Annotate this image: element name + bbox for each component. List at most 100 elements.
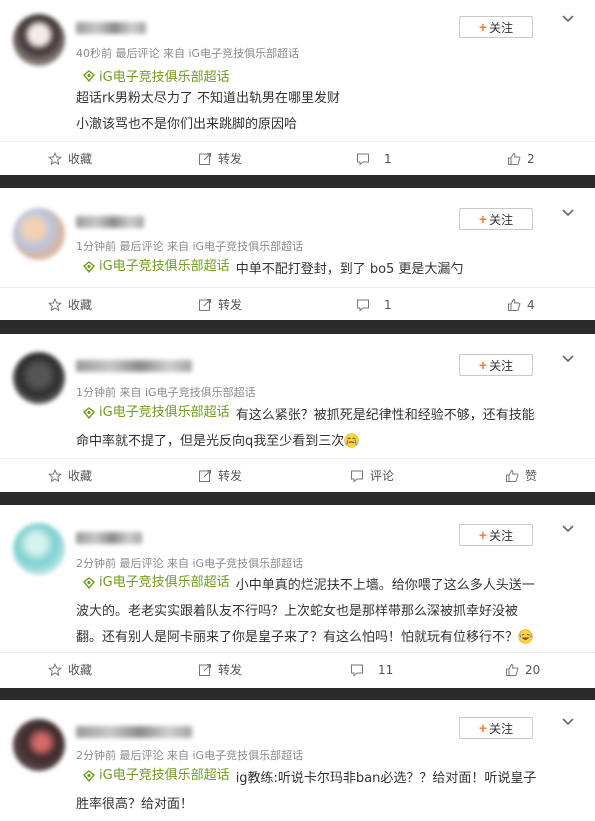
like-button[interactable]: 20 — [505, 653, 540, 686]
post-text: 超话rk男粉太尽力了 不知道出轨男在哪里发财 小澈该骂也不是你们出来跳脚的原因哈 — [76, 86, 576, 138]
thumbs-up-icon — [508, 152, 521, 165]
chevron-down-icon[interactable] — [560, 206, 576, 220]
post-meta: 1分钟前 最后评论 来自 iG电子竞技俱乐部超话 — [76, 240, 304, 253]
chevron-down-icon[interactable] — [560, 715, 576, 729]
post-text-line: 小澈该骂也不是你们出来跳脚的原因哈 — [76, 117, 298, 132]
comment-button[interactable]: 1 — [356, 288, 392, 321]
collect-label: 收藏 — [68, 663, 93, 677]
comment-button[interactable]: 11 — [350, 653, 393, 686]
supertopic-link[interactable]: iG电子竞技俱乐部超话 — [83, 400, 230, 426]
comment-button[interactable]: 评论 — [350, 459, 394, 492]
collect-label: 收藏 — [68, 152, 93, 166]
like-count: 20 — [525, 662, 541, 677]
supertopic-link[interactable]: iG电子竞技俱乐部超话 — [83, 66, 230, 85]
post-text: iG电子竞技俱乐部超话 小中单真的烂泥扶不上墙。给你喂了这么多人头送一 波大的。… — [76, 570, 576, 651]
comment-icon — [357, 299, 369, 312]
plus-icon: + — [478, 527, 488, 543]
supertopic-label: iG电子竞技俱乐部超话 — [99, 575, 230, 590]
username-blurred[interactable] — [76, 360, 192, 372]
avatar[interactable] — [13, 208, 65, 260]
post-text-line: 波大的。老老实实跟着队友不行吗？上次蛇女也是那样带那么深被抓幸好没被 — [76, 604, 519, 619]
like-count: 4 — [527, 297, 535, 312]
star-icon — [48, 297, 62, 311]
collect-button[interactable]: 收藏 — [48, 459, 92, 492]
post-text: iG电子竞技俱乐部超话 中单不配打登封，到了 bo5 更是大漏勺 — [76, 254, 576, 283]
post-text-line: 有这么紧张？被抓死是纪律性和经验不够，还有技能 — [235, 408, 535, 423]
collect-button[interactable]: 收藏 — [48, 142, 92, 175]
action-bar: 收藏 转发 11 20 — [0, 653, 595, 686]
follow-label: 关注 — [489, 20, 514, 35]
repost-label: 转发 — [218, 469, 243, 483]
post-text-line: 中单不配打登封，到了 bo5 更是大漏勺 — [235, 262, 464, 277]
supertopic-icon — [83, 261, 95, 273]
collect-label: 收藏 — [68, 298, 93, 312]
supertopic-icon — [83, 577, 95, 589]
post-meta: 2分钟前 最后评论 来自 iG电子竞技俱乐部超话 — [76, 557, 304, 570]
comment-icon — [351, 470, 363, 483]
follow-button[interactable]: + 关注 — [459, 717, 533, 739]
avatar[interactable] — [13, 14, 65, 66]
repost-icon — [199, 298, 211, 311]
collect-button[interactable]: 收藏 — [48, 288, 92, 321]
action-bar: 收藏 转发 1 4 — [0, 288, 595, 321]
follow-button[interactable]: + 关注 — [459, 16, 533, 38]
repost-icon — [199, 663, 211, 676]
post-text-line: 小中单真的烂泥扶不上墙。给你喂了这么多人头送一 — [235, 578, 535, 593]
repost-button[interactable]: 转发 — [198, 459, 242, 492]
post-text-line: 翻。还有别人是阿卡丽来了你是皇子来了？有这么怕吗！怕就玩有位移行不？ — [76, 630, 519, 645]
like-count: 2 — [527, 151, 535, 166]
post-text-line: 命中率就不提了，但是光反向q我至少看到三次 — [76, 434, 345, 449]
repost-icon — [199, 152, 211, 165]
username-blurred[interactable] — [76, 726, 192, 738]
chevron-down-icon[interactable] — [560, 12, 576, 26]
post-meta: 40秒前 最后评论 来自 iG电子竞技俱乐部超话 — [76, 47, 300, 60]
username-blurred[interactable] — [76, 22, 146, 34]
supertopic-label: iG电子竞技俱乐部超话 — [99, 259, 230, 274]
thumbs-up-icon — [506, 663, 519, 676]
avatar[interactable] — [13, 719, 65, 771]
comment-count: 1 — [384, 151, 392, 166]
supertopic-link[interactable]: iG电子竞技俱乐部超话 — [83, 254, 230, 280]
supertopic-icon — [83, 407, 95, 419]
follow-label: 关注 — [489, 358, 514, 373]
collect-button[interactable]: 收藏 — [48, 653, 92, 686]
like-label: 赞 — [525, 469, 538, 483]
plus-icon: + — [478, 720, 488, 736]
comment-count: 1 — [384, 297, 392, 312]
supertopic-label: iG电子竞技俱乐部超话 — [99, 405, 230, 420]
repost-button[interactable]: 转发 — [198, 653, 242, 686]
post-text-line: ig教练:听说卡尔玛非ban必选？？给对面！听说皇子 — [235, 771, 537, 786]
repost-button[interactable]: 转发 — [198, 142, 242, 175]
username-blurred[interactable] — [76, 216, 144, 228]
follow-label: 关注 — [489, 212, 514, 227]
like-button[interactable]: 2 — [507, 142, 535, 175]
supertopic-icon — [83, 770, 95, 782]
comment-button[interactable]: 1 — [356, 142, 392, 175]
chevron-down-icon[interactable] — [560, 522, 576, 536]
plus-icon: + — [478, 357, 488, 373]
supertopic-link[interactable]: iG电子竞技俱乐部超话 — [83, 570, 230, 596]
avatar[interactable] — [13, 523, 65, 575]
follow-button[interactable]: + 关注 — [459, 524, 533, 546]
avatar[interactable] — [13, 352, 65, 404]
like-button[interactable]: 赞 — [505, 459, 537, 492]
like-button[interactable]: 4 — [507, 288, 535, 321]
action-bar: 收藏 转发 1 2 — [0, 142, 595, 175]
collect-label: 收藏 — [68, 469, 93, 483]
supertopic-link[interactable]: iG电子竞技俱乐部超话 — [83, 763, 230, 789]
comment-count: 11 — [378, 662, 394, 677]
post-text: iG电子竞技俱乐部超话 有这么紧张？被抓死是纪律性和经验不够，还有技能 命中率就… — [76, 400, 576, 455]
repost-icon — [199, 469, 211, 482]
username-blurred[interactable] — [76, 532, 142, 544]
thumbs-up-icon — [506, 469, 519, 482]
follow-label: 关注 — [489, 721, 514, 736]
follow-button[interactable]: + 关注 — [459, 208, 533, 230]
weibo-feed: 40秒前 最后评论 来自 iG电子竞技俱乐部超话 + 关注 iG电子竞技俱乐部超话… — [0, 0, 595, 821]
action-bar: 收藏 转发 评论 赞 — [0, 459, 595, 492]
chevron-down-icon[interactable] — [560, 352, 576, 366]
follow-button[interactable]: + 关注 — [459, 354, 533, 376]
repost-button[interactable]: 转发 — [198, 288, 242, 321]
supertopic-label: iG电子竞技俱乐部超话 — [99, 70, 230, 85]
post-meta: 1分钟前 来自 iG电子竞技俱乐部超话 — [76, 386, 256, 399]
plus-icon: + — [478, 211, 488, 227]
